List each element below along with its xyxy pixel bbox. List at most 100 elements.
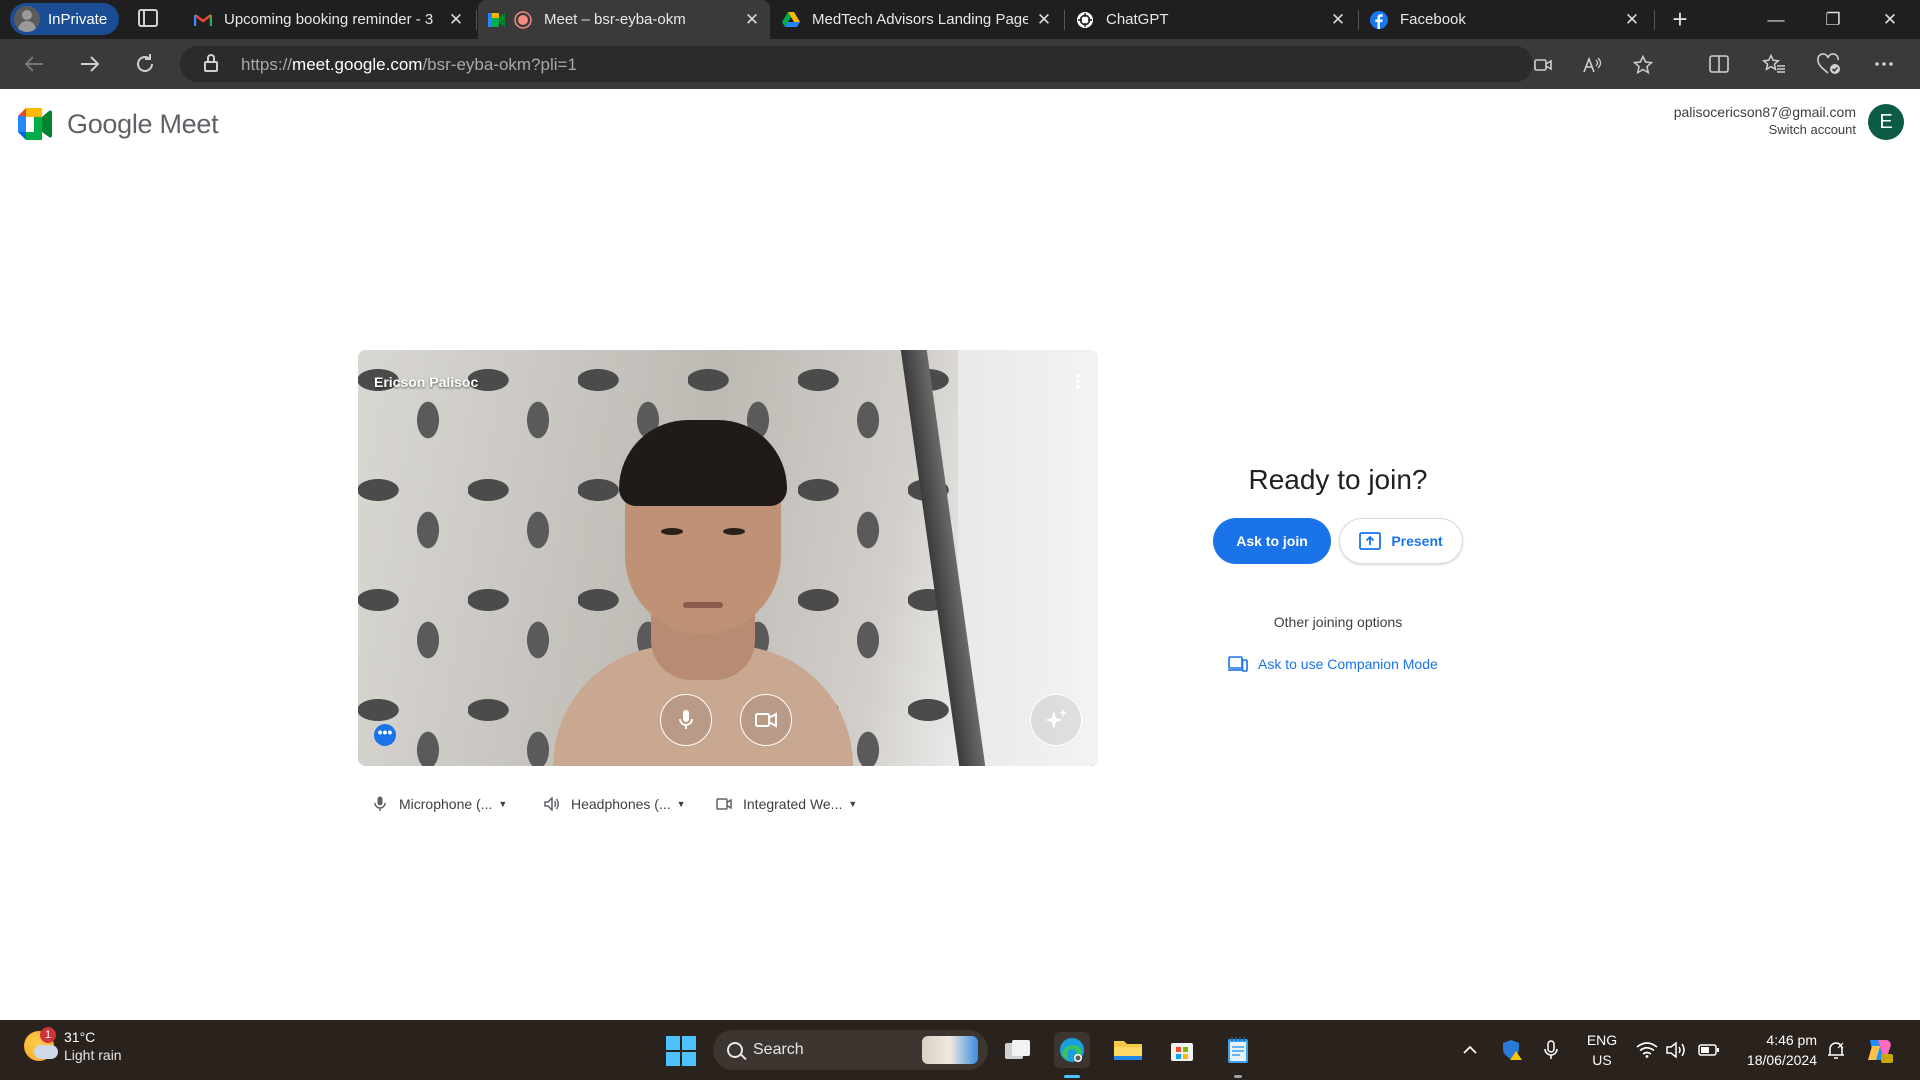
volume-icon[interactable] (1666, 1020, 1688, 1080)
security-icon[interactable] (1502, 1020, 1524, 1080)
tab-close-icon[interactable]: ✕ (744, 10, 760, 30)
tab-title: Upcoming booking reminder - 3 (224, 11, 434, 28)
tab-meet[interactable]: Meet – bsr-eyba-okm ✕ (478, 0, 770, 39)
forward-button[interactable] (76, 50, 104, 78)
microphone-icon (371, 795, 389, 813)
microphone-label: Microphone (... (399, 796, 493, 812)
account-info: palisocericson87@gmail.com Switch accoun… (1674, 104, 1856, 137)
new-tab-button[interactable]: + (1665, 4, 1695, 35)
camera-in-use-icon[interactable] (1532, 54, 1554, 76)
refresh-button[interactable] (131, 50, 159, 78)
more-effects-button[interactable]: ••• (374, 724, 396, 746)
back-button[interactable] (20, 50, 48, 78)
video-wall (958, 350, 1098, 766)
meet-icon (488, 11, 506, 29)
video-more-options-icon[interactable]: ⋮ (1068, 372, 1088, 392)
tab-divider (1064, 10, 1065, 30)
settings-more-icon[interactable] (1871, 51, 1897, 77)
recording-icon (514, 10, 532, 29)
search-icon (727, 1042, 743, 1058)
tab-close-icon[interactable]: ✕ (448, 10, 464, 30)
tab-close-icon[interactable]: ✕ (1624, 10, 1640, 30)
speaker-select[interactable]: Headphones (... ▼ (543, 792, 686, 816)
split-screen-icon[interactable] (1706, 51, 1732, 77)
present-button[interactable]: Present (1339, 518, 1463, 564)
tab-gmail[interactable]: Upcoming booking reminder - 3 ✕ (184, 0, 474, 39)
present-to-all-icon (1359, 532, 1382, 550)
sparkle-icon (1045, 709, 1067, 729)
tab-drive[interactable]: MedTech Advisors Landing Page ✕ (772, 0, 1062, 39)
back-arrow-icon (24, 56, 43, 72)
browser-essentials-icon[interactable] (1816, 51, 1842, 77)
windows-logo-icon (666, 1036, 680, 1050)
microsoft-store-icon[interactable] (1164, 1032, 1200, 1068)
tab-close-icon[interactable]: ✕ (1330, 10, 1346, 30)
chevron-up-icon (1463, 1045, 1477, 1054)
forward-arrow-icon (81, 56, 100, 72)
edge-icon[interactable] (1054, 1032, 1090, 1068)
speaker-label: Headphones (... (571, 796, 671, 812)
chatgpt-icon (1076, 11, 1094, 29)
address-bar[interactable]: https://meet.google.com/bsr-eyba-okm?pli… (180, 46, 1653, 82)
search-label: Search (753, 1041, 804, 1058)
google-meet-logo-icon[interactable] (18, 108, 56, 140)
microphone-toggle-button[interactable] (660, 694, 712, 746)
close-window-button[interactable]: ✕ (1862, 0, 1918, 39)
account-avatar[interactable]: E (1868, 104, 1904, 140)
weather-widget[interactable]: 1 31°C Light rain (24, 1027, 122, 1064)
tab-facebook[interactable]: Facebook ✕ (1360, 0, 1650, 39)
search-highlight-image (922, 1036, 978, 1064)
inprivate-badge[interactable]: InPrivate (10, 3, 120, 35)
input-language-indicator[interactable]: ENG US (1582, 1030, 1622, 1070)
self-video-preview: Ericson Palisoc ⋮ ••• (358, 350, 1098, 766)
camera-toggle-button[interactable] (740, 694, 792, 746)
tab-divider (1358, 10, 1359, 30)
chevron-down-icon: ▼ (676, 799, 686, 809)
start-button[interactable] (666, 1036, 696, 1066)
task-view-icon[interactable] (1000, 1032, 1036, 1068)
wifi-icon[interactable] (1636, 1020, 1658, 1080)
companion-mode-link[interactable]: Ask to use Companion Mode (1228, 656, 1438, 672)
camera-select[interactable]: Integrated We... ▼ (715, 792, 857, 816)
show-hidden-icons-button[interactable] (1462, 1020, 1478, 1080)
ask-to-join-button[interactable]: Ask to join (1213, 518, 1331, 564)
account-email: palisocericson87@gmail.com (1673, 104, 1856, 120)
file-explorer-icon[interactable] (1110, 1032, 1146, 1068)
favorites-icon[interactable] (1761, 51, 1787, 77)
tab-divider (1654, 10, 1655, 30)
battery-icon[interactable] (1698, 1020, 1720, 1080)
tab-actions-icon[interactable] (138, 9, 158, 27)
lock-icon[interactable] (204, 54, 218, 72)
switch-account-link[interactable]: Switch account (1674, 122, 1856, 137)
inprivate-label: InPrivate (48, 10, 108, 28)
browser-toolbar: https://meet.google.com/bsr-eyba-okm?pli… (0, 39, 1920, 89)
microphone-tray-icon[interactable] (1544, 1020, 1558, 1080)
refresh-icon (137, 54, 153, 72)
videocam-icon (755, 712, 777, 728)
tab-close-icon[interactable]: ✕ (1036, 10, 1052, 30)
restore-button[interactable]: ❐ (1805, 0, 1861, 39)
profile-icon (14, 6, 40, 32)
microphone-icon (679, 710, 693, 729)
copilot-icon[interactable] (1864, 1020, 1894, 1080)
url-text[interactable]: https://meet.google.com/bsr-eyba-okm?pli… (241, 55, 577, 75)
google-meet-wordmark[interactable]: Google Meet (67, 109, 219, 140)
camera-label: Integrated We... (743, 796, 843, 812)
microphone-select[interactable]: Microphone (... ▼ (371, 792, 507, 816)
system-clock[interactable]: 4:46 pm 18/06/2024 (1735, 1030, 1817, 1070)
favorite-star-icon[interactable] (1632, 54, 1654, 76)
tab-chatgpt[interactable]: ChatGPT ✕ (1066, 0, 1356, 39)
weather-icon: 1 (24, 1027, 58, 1061)
notepad-icon[interactable] (1220, 1032, 1256, 1068)
tab-title: Facebook (1400, 11, 1466, 28)
ready-to-join-heading: Ready to join? (1248, 464, 1428, 495)
taskbar-search[interactable]: Search (713, 1030, 988, 1070)
tab-title: ChatGPT (1106, 11, 1169, 28)
notification-center-icon[interactable] (1826, 1020, 1846, 1080)
windows-taskbar: 1 31°C Light rain Search ENG US 4:46 pm … (0, 1020, 1920, 1080)
open-app-indicator (1234, 1075, 1242, 1078)
visual-effects-button[interactable] (1030, 694, 1082, 746)
minimize-button[interactable]: — (1748, 0, 1804, 39)
weather-temperature: 31°C (64, 1029, 96, 1045)
read-aloud-icon[interactable] (1582, 54, 1604, 76)
